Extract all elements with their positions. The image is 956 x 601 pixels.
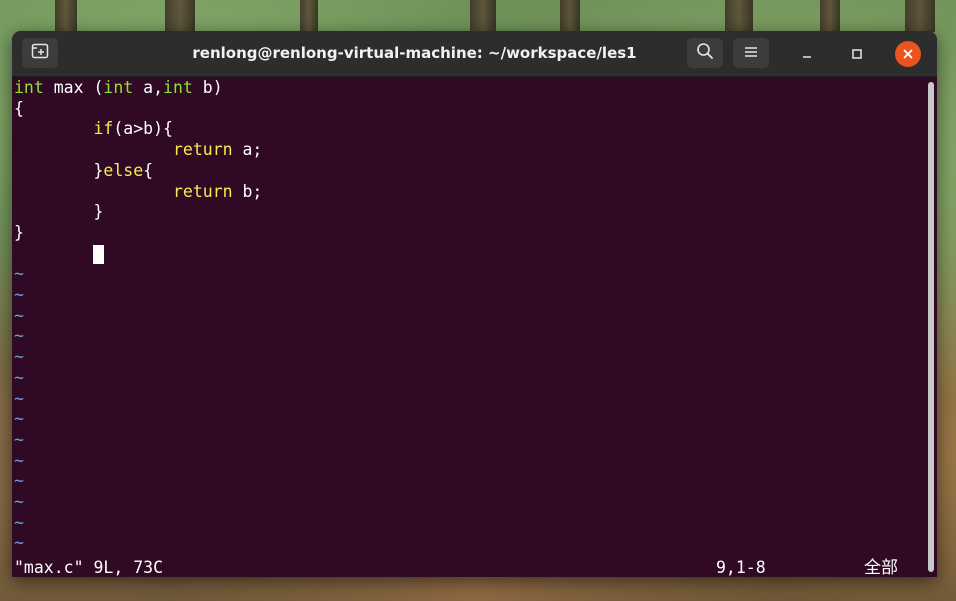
code-token: return bbox=[172, 181, 233, 201]
empty-line-tilde: ~ bbox=[14, 326, 24, 346]
empty-line-tilde: ~ bbox=[14, 533, 24, 553]
empty-line-tilde: ~ bbox=[14, 512, 24, 532]
empty-line-tilde: ~ bbox=[14, 409, 24, 429]
code-token: { bbox=[14, 98, 24, 118]
wallpaper-trunk bbox=[905, 0, 935, 32]
wallpaper-trunk bbox=[300, 0, 318, 32]
vim-status-scroll-percent: 全部 bbox=[864, 558, 898, 577]
title-bar[interactable]: renlong@renlong-virtual-machine: ~/works… bbox=[12, 31, 937, 77]
text-cursor bbox=[93, 245, 104, 264]
empty-line-tilde: ~ bbox=[14, 450, 24, 470]
maximize-icon bbox=[851, 45, 863, 64]
code-line[interactable]: { bbox=[14, 99, 24, 119]
code-token: return bbox=[172, 140, 233, 160]
wallpaper-trunk bbox=[725, 0, 753, 32]
empty-line-tilde: ~ bbox=[14, 429, 24, 449]
empty-line-tilde: ~ bbox=[14, 492, 24, 511]
code-token: int bbox=[103, 78, 134, 97]
code-token: } bbox=[14, 160, 104, 180]
minimize-button[interactable] bbox=[794, 41, 820, 67]
empty-line-tilde: ~ bbox=[14, 347, 24, 367]
empty-line-tilde: ~ bbox=[14, 471, 24, 491]
empty-line-tilde: ~ bbox=[14, 264, 24, 284]
terminal-window: renlong@renlong-virtual-machine: ~/works… bbox=[12, 31, 937, 577]
wallpaper-trunk bbox=[820, 0, 840, 32]
wallpaper-trunk bbox=[470, 0, 496, 32]
close-button[interactable] bbox=[895, 41, 921, 67]
window-title: renlong@renlong-virtual-machine: ~/works… bbox=[192, 44, 637, 62]
terminal-content[interactable]: int max (int a,int b){ if(a>b){ return a… bbox=[12, 77, 924, 577]
scrollbar[interactable] bbox=[924, 77, 937, 577]
code-token: (a>b){ bbox=[113, 119, 173, 139]
vim-status-cursor-position: 9,1-8 bbox=[716, 558, 766, 577]
empty-line-tilde: ~ bbox=[14, 285, 24, 304]
code-line[interactable]: }else{ bbox=[14, 161, 153, 181]
scrollbar-thumb[interactable] bbox=[928, 82, 934, 572]
empty-line-tilde: ~ bbox=[14, 305, 24, 325]
vim-status-file-info: "max.c" 9L, 73C bbox=[14, 558, 164, 577]
code-token: max ( bbox=[43, 78, 104, 97]
wallpaper-trunk bbox=[165, 0, 195, 32]
code-line[interactable]: int max (int a,int b) bbox=[14, 78, 223, 98]
code-token: b) bbox=[192, 78, 223, 97]
code-line[interactable]: } bbox=[14, 202, 103, 222]
search-icon bbox=[696, 42, 714, 64]
close-icon bbox=[902, 45, 914, 64]
new-tab-icon bbox=[31, 43, 49, 63]
code-line[interactable]: return a; bbox=[14, 140, 262, 160]
code-token: } bbox=[14, 202, 104, 222]
code-token: if bbox=[93, 119, 114, 139]
hamburger-menu-icon bbox=[743, 44, 759, 63]
maximize-button[interactable] bbox=[844, 41, 870, 67]
code-token: } bbox=[14, 222, 24, 242]
wallpaper-trunk bbox=[55, 0, 77, 32]
minimize-icon bbox=[801, 45, 813, 64]
code-token: else bbox=[103, 160, 144, 180]
empty-line-tilde: ~ bbox=[14, 367, 24, 387]
code-token: int bbox=[14, 78, 44, 97]
code-token: b; bbox=[232, 181, 263, 201]
code-line[interactable]: } bbox=[14, 223, 24, 243]
menu-button[interactable] bbox=[733, 38, 769, 68]
code-token: { bbox=[143, 160, 154, 180]
code-line[interactable]: return b; bbox=[14, 182, 262, 202]
code-line[interactable]: if(a>b){ bbox=[14, 119, 173, 139]
search-button[interactable] bbox=[687, 38, 723, 68]
code-token: int bbox=[163, 78, 193, 97]
wallpaper-trunk bbox=[560, 0, 580, 32]
empty-line-tilde: ~ bbox=[14, 388, 24, 408]
code-token: a, bbox=[133, 78, 164, 97]
code-token: a; bbox=[232, 140, 263, 160]
new-tab-button[interactable] bbox=[22, 38, 58, 68]
